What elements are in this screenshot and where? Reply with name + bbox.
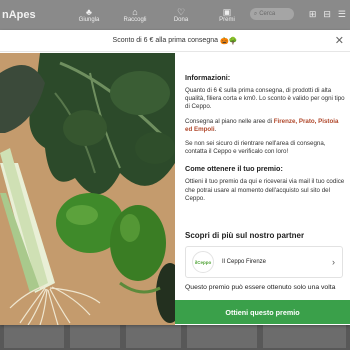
info-title: Informazioni: [185, 73, 231, 82]
reward-modal: Sconto di 6 € alla prima consegna 🎃🌳 ✕ I… [0, 30, 350, 325]
nav-item-dona[interactable]: ♡ Dona [158, 7, 204, 23]
background-card [70, 322, 120, 348]
vegetables-illustration [0, 53, 175, 325]
close-icon[interactable]: ✕ [335, 34, 344, 47]
nav-label: Giungla [78, 17, 100, 23]
search-icon: ⌕ [253, 10, 258, 17]
background-card [126, 322, 181, 348]
nav-label: Raccogli [123, 17, 147, 23]
grid-icon[interactable]: ⊟ [323, 9, 331, 20]
gift-icon: ▣ [222, 7, 232, 17]
app-header: nApes ♣ Giungla ⌂ Raccogli ♡ Dona ▣ Prem… [0, 0, 350, 30]
background-card [187, 322, 257, 348]
reward-info: Informazioni: Quanto di 6 € sulla prima … [185, 73, 345, 209]
background-card [263, 322, 346, 348]
header-actions: ⌕ Cerca ⊞ ⊟ ☰ [249, 8, 346, 20]
banner-text: Sconto di 6 € alla prima consegna [112, 37, 219, 44]
banner-emoji: 🎃🌳 [220, 37, 238, 45]
heart-icon: ♡ [176, 7, 186, 17]
add-icon[interactable]: ⊞ [309, 9, 317, 20]
how-text: Ottieni il tuo premio da qui e riceverai… [185, 178, 345, 202]
partner-name: Il Ceppo Firenze [222, 259, 267, 265]
nav-item-raccogli[interactable]: ⌂ Raccogli [112, 7, 158, 23]
partner-card[interactable]: ilCeppo Il Ceppo Firenze › [185, 246, 343, 278]
partner-heading: Scopri di più sul nostro partner [185, 231, 305, 240]
info-delivery: Consegna al piano nelle aree di Firenze,… [185, 118, 345, 134]
chevron-right-icon: › [332, 257, 335, 267]
nav-label: Dona [173, 17, 189, 23]
info-contact: Se non sei sicuro di rientrare nell'area… [185, 140, 326, 156]
tree-icon: ♣ [86, 7, 92, 17]
partner-logo: ilCeppo [192, 251, 214, 273]
menu-icon[interactable]: ☰ [338, 9, 346, 20]
delivery-suffix: . [214, 125, 217, 133]
reward-image [0, 53, 175, 325]
get-reward-button[interactable]: Ottieni questo premio [175, 300, 350, 324]
main-nav: ♣ Giungla ⌂ Raccogli ♡ Dona ▣ Premi [66, 7, 250, 23]
search-placeholder: Cerca [259, 11, 276, 17]
delivery-prefix: Consegna al piano nelle aree di [185, 117, 274, 125]
nav-label: Premi [219, 17, 235, 23]
once-notice: Questo premio può essere ottenuto solo u… [185, 284, 336, 291]
nav-item-giungla[interactable]: ♣ Giungla [66, 7, 112, 23]
app-logo[interactable]: nApes [2, 9, 58, 21]
basket-icon: ⌂ [132, 7, 138, 17]
background-card [4, 322, 64, 348]
reward-banner: Sconto di 6 € alla prima consegna 🎃🌳 [0, 30, 350, 52]
how-title: Come ottenere il tuo premio: [185, 164, 283, 174]
search-input[interactable]: ⌕ Cerca [249, 8, 294, 20]
nav-item-premi[interactable]: ▣ Premi [204, 7, 250, 23]
info-description: Quanto di 6 € sulla prima consegna, di p… [185, 87, 345, 111]
